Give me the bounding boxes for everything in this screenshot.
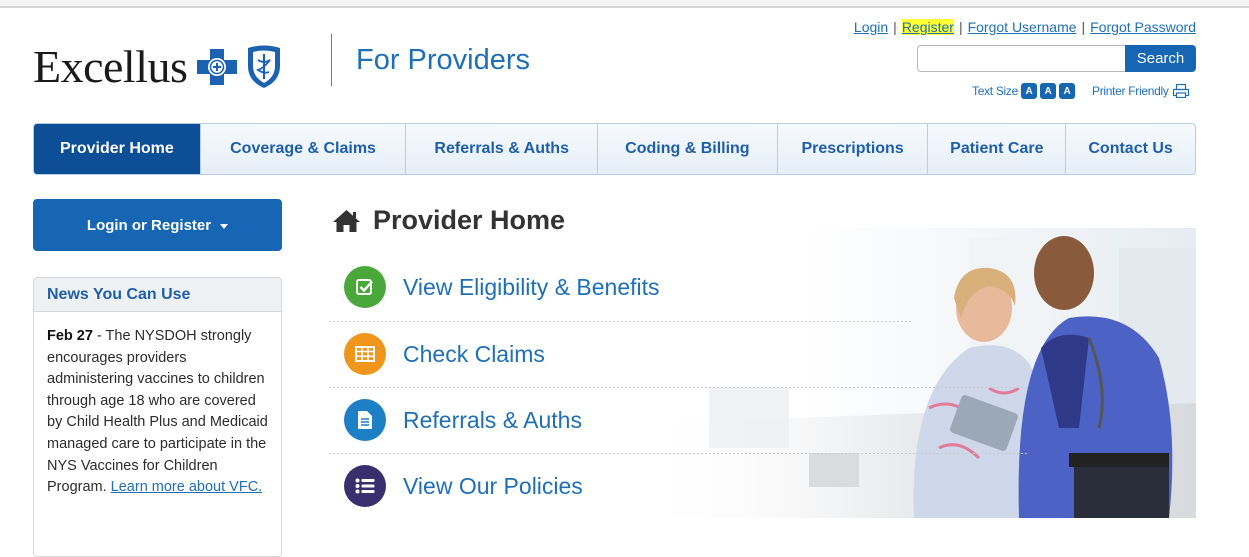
table-icon: [344, 333, 386, 375]
page-title: Provider Home: [332, 205, 565, 236]
forgot-password-link[interactable]: Forgot Password: [1090, 19, 1196, 35]
news-panel: News You Can Use Feb 27 - The NYSDOH str…: [33, 277, 282, 557]
printer-friendly-link[interactable]: Printer Friendly: [1092, 84, 1189, 98]
main-navigation: Provider Home Coverage & Claims Referral…: [33, 123, 1196, 175]
site-section-title: For Providers: [356, 44, 531, 76]
printer-friendly-label: Printer Friendly: [1092, 84, 1169, 98]
link-separator: |: [958, 19, 963, 35]
news-panel-title: News You Can Use: [34, 278, 281, 312]
action-label: Referrals & Auths: [403, 406, 582, 433]
news-item: Feb 27 - The NYSDOH strongly encourages …: [34, 312, 281, 513]
check-square-icon: [344, 266, 386, 308]
text-size-controls: Text Size A A A Printer Friendly: [972, 83, 1189, 99]
logo-divider: [331, 34, 332, 86]
action-view-eligibility-benefits[interactable]: View Eligibility & Benefits: [344, 254, 660, 320]
nav-provider-home[interactable]: Provider Home: [34, 124, 201, 174]
caret-down-icon: [220, 223, 229, 229]
nav-contact-us[interactable]: Contact Us: [1066, 124, 1195, 174]
text-size-label: Text Size: [972, 84, 1018, 98]
action-label: View Our Policies: [403, 472, 583, 499]
news-date: Feb 27: [47, 328, 93, 344]
text-size-large-button[interactable]: A: [1059, 83, 1075, 99]
logo-wordmark: Excellus: [33, 41, 188, 92]
home-icon: [333, 209, 360, 232]
forgot-username-link[interactable]: Forgot Username: [968, 19, 1077, 35]
blue-cross-icon: [197, 48, 238, 85]
account-links: Login | Register | Forgot Username | For…: [854, 19, 1196, 35]
action-check-claims[interactable]: Check Claims: [344, 321, 545, 387]
login-register-dropdown-button[interactable]: Login or Register: [33, 199, 282, 251]
page-title-text: Provider Home: [373, 205, 566, 235]
text-size-small-button[interactable]: A: [1021, 83, 1037, 99]
blue-shield-icon: [248, 45, 281, 88]
nav-referrals-auths[interactable]: Referrals & Auths: [406, 124, 599, 174]
action-label: View Eligibility & Benefits: [403, 273, 660, 300]
login-link[interactable]: Login: [854, 19, 888, 35]
search-bar: Search: [917, 45, 1196, 72]
text-size-medium-button[interactable]: A: [1040, 83, 1056, 99]
news-text: - The NYSDOH strongly encourages provide…: [47, 328, 268, 496]
register-link[interactable]: Register: [901, 19, 954, 35]
action-view-our-policies[interactable]: View Our Policies: [344, 453, 583, 519]
nav-patient-care[interactable]: Patient Care: [928, 124, 1067, 174]
nav-prescriptions[interactable]: Prescriptions: [778, 124, 929, 174]
learn-more-vfc-link[interactable]: Learn more about VFC.: [111, 479, 263, 495]
top-border: [0, 0, 1249, 8]
printer-icon: [1172, 84, 1189, 98]
search-input[interactable]: [917, 45, 1125, 72]
action-referrals-auths[interactable]: Referrals & Auths: [344, 387, 582, 453]
document-icon: [344, 399, 386, 441]
nav-coding-billing[interactable]: Coding & Billing: [598, 124, 778, 174]
excellus-logo[interactable]: Excellus: [33, 40, 283, 93]
link-separator: |: [1081, 19, 1086, 35]
action-label: Check Claims: [403, 340, 545, 367]
login-register-label: Login or Register: [86, 216, 212, 234]
link-separator: |: [893, 19, 897, 35]
nav-coverage-claims[interactable]: Coverage & Claims: [201, 124, 407, 174]
list-icon: [344, 465, 386, 507]
search-button[interactable]: Search: [1125, 45, 1196, 72]
